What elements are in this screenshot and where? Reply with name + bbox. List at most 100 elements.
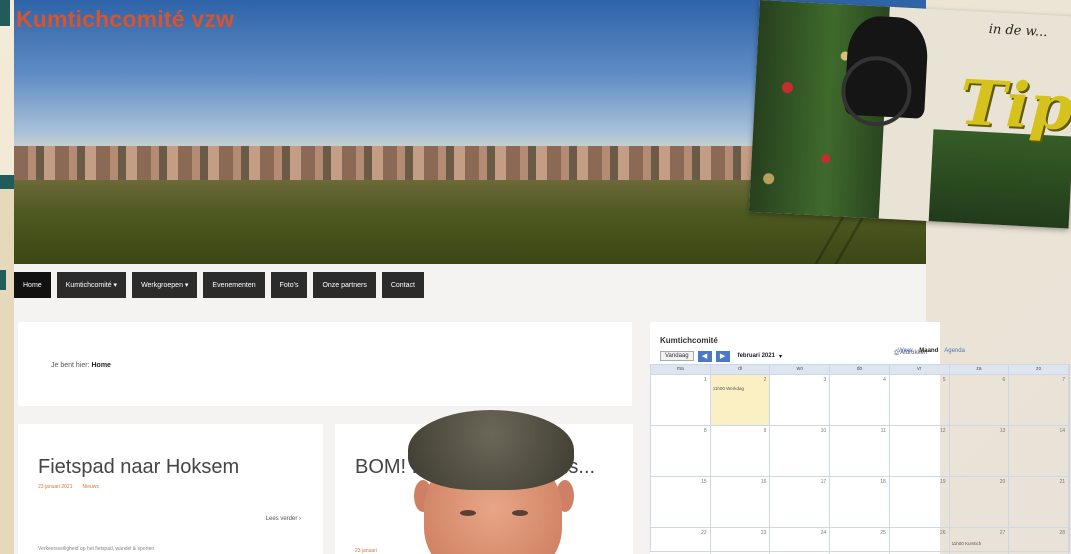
day-number: 2 xyxy=(763,377,767,383)
calendar-day-cell[interactable]: 16 xyxy=(711,477,771,527)
calendar-day-cell[interactable]: 14 xyxy=(1009,426,1069,476)
post-meta: 23 januari 2021 Nieuws xyxy=(38,484,99,490)
day-number: 22 xyxy=(701,530,707,536)
day-number: 25 xyxy=(880,530,886,536)
site-title[interactable]: Kumtichcomité vzw xyxy=(16,6,234,33)
calendar-day-cell[interactable]: 4 xyxy=(830,375,890,425)
day-number: 27 xyxy=(999,530,1006,536)
calendar-day-cell[interactable]: 1 xyxy=(651,375,711,425)
flyer-script-text: in de w... xyxy=(988,22,1048,41)
weekday-label: vr xyxy=(890,365,950,374)
post-category[interactable]: Nieuws xyxy=(82,484,98,490)
flyer-greenery xyxy=(928,129,1071,229)
eye xyxy=(512,510,528,516)
calendar-day-cell[interactable]: 17 xyxy=(770,477,831,527)
main-nav: Home Kumtichcomité ▾ Werkgroepen ▾ Evenemen… xyxy=(14,272,424,298)
calendar-view-tab[interactable]: Agenda xyxy=(944,348,965,354)
calendar-day-cell[interactable]: 20 xyxy=(950,477,1010,527)
christmas-flyer-image: in de w... Tip xyxy=(748,0,1071,229)
breadcrumb-current[interactable]: Home xyxy=(91,362,110,369)
day-number: 16 xyxy=(760,479,767,485)
post-meta: 23 januari xyxy=(355,548,377,554)
day-number: 6 xyxy=(1002,377,1006,383)
calendar-week-row: 22 23 24 25 26 27 11h00 Kumtich 28 xyxy=(651,527,1069,554)
weekday-label: zo xyxy=(1009,365,1069,374)
weekday-label: di xyxy=(711,365,771,374)
calendar-weekday-header: ma di wo do vr za zo xyxy=(651,365,1069,374)
calendar-day-cell[interactable]: 15 xyxy=(651,477,711,527)
calendar-day-cell[interactable]: 18 xyxy=(830,477,890,527)
day-number: 28 xyxy=(1059,530,1065,536)
calendar-region: Week Maand Agenda ma di wo do vr za zo 1 2 11h00 We… xyxy=(650,322,1071,554)
day-number: 13 xyxy=(999,428,1006,434)
nav-item[interactable]: Foto's xyxy=(270,272,308,298)
calendar-day-cell[interactable]: 8 xyxy=(651,426,711,476)
calendar-day-cell[interactable]: 9 xyxy=(711,426,771,476)
calendar-view-tab[interactable]: Maand xyxy=(919,348,938,354)
calendar-day-cell[interactable]: 12 xyxy=(890,426,950,476)
nav-item[interactable]: Home xyxy=(14,272,51,298)
calendar-week-row: 8 9 10 11 12 13 14 xyxy=(651,425,1069,476)
teal-accent xyxy=(0,0,10,26)
calendar-grid: ma di wo do vr za zo 1 2 11h00 Werkdag 3 4 5 6 7 8 9 10 11… xyxy=(650,364,1070,554)
day-number: 8 xyxy=(703,428,707,434)
day-number: 3 xyxy=(823,377,827,383)
day-number: 11 xyxy=(880,428,886,434)
calendar-day-cell[interactable]: 10 xyxy=(770,426,831,476)
breadcrumb-prefix: Je bent hier: xyxy=(51,362,90,369)
day-number: 20 xyxy=(999,479,1006,485)
day-number: 9 xyxy=(763,428,767,434)
nav-item[interactable]: Evenementen xyxy=(203,272,265,298)
day-number: 17 xyxy=(820,479,827,485)
calendar-week-row: 1 2 11h00 Werkdag 3 4 5 6 7 xyxy=(651,374,1069,425)
calendar-day-cell[interactable]: 13 xyxy=(950,426,1010,476)
day-number: 24 xyxy=(820,530,827,536)
calendar-day-cell[interactable]: 2 11h00 Werkdag xyxy=(710,375,771,425)
weekday-label: wo xyxy=(770,365,831,374)
calendar-day-cell[interactable]: 26 xyxy=(890,528,950,554)
post-excerpt: Verkeersveiligheid op het fietspad, wand… xyxy=(38,546,155,552)
calendar-event[interactable]: 11h00 Werkdag xyxy=(713,386,744,391)
breadcrumb-panel: Je bent hier: Home xyxy=(18,322,632,406)
day-number: 15 xyxy=(701,479,707,485)
calendar-day-cell[interactable]: 3 xyxy=(770,375,831,425)
calendar-day-cell[interactable]: 27 11h00 Kumtich xyxy=(950,528,1010,554)
calendar-day-cell[interactable]: 7 xyxy=(1009,375,1069,425)
post-title[interactable]: Fietspad naar Hoksem xyxy=(38,452,239,483)
calendar-day-cell[interactable]: 6 xyxy=(950,375,1010,425)
calendar-day-cell[interactable]: 25 xyxy=(830,528,890,554)
day-number: 7 xyxy=(1062,377,1065,383)
calendar-day-cell[interactable]: 24 xyxy=(770,528,831,554)
person-photo xyxy=(400,410,586,554)
day-number: 23 xyxy=(760,530,767,536)
nav-item[interactable]: Onze partners xyxy=(313,272,376,298)
calendar-day-cell[interactable]: 22 xyxy=(651,528,711,554)
weekday-label: do xyxy=(830,365,890,374)
calendar-day-cell[interactable]: 19 xyxy=(890,477,950,527)
day-number: 1 xyxy=(703,377,707,383)
day-number: 19 xyxy=(940,479,946,485)
nav-item[interactable]: Contact xyxy=(381,272,424,298)
calendar-day-cell[interactable]: 23 xyxy=(711,528,771,554)
hair xyxy=(408,410,574,490)
breadcrumb: Je bent hier: Home xyxy=(51,362,111,369)
day-number: 12 xyxy=(940,428,946,434)
day-number: 26 xyxy=(940,530,946,536)
calendar-event[interactable]: 11h00 Kumtich xyxy=(952,541,982,546)
teal-accent xyxy=(0,270,6,290)
calendar-day-cell[interactable]: 5 xyxy=(890,375,950,425)
calendar-day-cell[interactable]: 11 xyxy=(830,426,890,476)
calendar-views: Week Maand Agenda xyxy=(898,348,965,354)
calendar-week-row: 15 16 17 18 19 20 21 xyxy=(651,476,1069,527)
calendar-day-cell[interactable]: 28 xyxy=(1009,528,1069,554)
day-number: 4 xyxy=(883,377,886,383)
calendar-view-tab[interactable]: Week xyxy=(898,348,913,354)
day-number: 5 xyxy=(942,377,946,383)
nav-item[interactable]: Kumtichcomité ▾ xyxy=(56,272,127,298)
read-more-link[interactable]: Lees verder › xyxy=(266,516,301,522)
day-number: 21 xyxy=(1059,479,1065,485)
calendar-day-cell[interactable]: 21 xyxy=(1009,477,1069,527)
day-number: 10 xyxy=(820,428,827,434)
nav-item[interactable]: Werkgroepen ▾ xyxy=(132,272,198,298)
post-date: 23 januari 2021 xyxy=(38,484,73,490)
